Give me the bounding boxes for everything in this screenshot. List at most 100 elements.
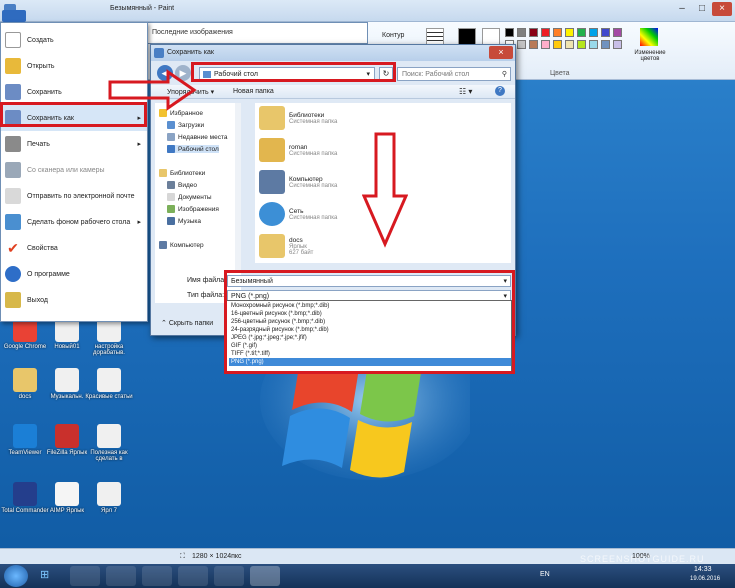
palette-swatch[interactable] — [529, 28, 538, 37]
palette-swatch[interactable] — [517, 40, 526, 49]
aimp-icon — [55, 482, 79, 506]
folder-icon — [13, 368, 37, 392]
nav-music[interactable]: Музыка — [167, 217, 201, 225]
document-icon — [97, 424, 121, 448]
clock-time[interactable]: 14:33 — [694, 566, 712, 573]
help-icon[interactable]: ? — [495, 86, 505, 96]
taskbar-skype-icon[interactable] — [178, 566, 208, 586]
desktop-icon[interactable]: Полезная как сделать в — [84, 424, 134, 462]
checkmark-icon: ✔ — [7, 240, 19, 256]
palette-swatch[interactable] — [553, 40, 562, 49]
dialog-toolbar: Упорядочить ▾ Новая папка ☷ ▾ ? — [151, 85, 515, 99]
language-indicator[interactable]: EN — [540, 571, 550, 578]
filezilla-icon — [55, 424, 79, 448]
highlight-filetype-list — [224, 270, 515, 374]
new-document-icon — [5, 32, 21, 48]
file-item[interactable]: roman Системная папка — [259, 135, 459, 165]
new-folder-button[interactable]: Новая папка — [233, 88, 274, 95]
windows-flag-icon: ⊞ — [40, 569, 50, 581]
menu-item-new[interactable]: Создать — [1, 27, 147, 53]
dialog-close-button[interactable]: × — [489, 46, 513, 59]
palette-swatch[interactable] — [565, 40, 574, 49]
exit-icon — [5, 292, 21, 308]
paint-status-bar: ⛶ 1280 × 1024пкс 100% SCREENSHOTGUIDE.RU — [0, 548, 735, 564]
scanner-icon — [5, 162, 21, 178]
dialog-title: Сохранить как — [167, 49, 214, 56]
taskbar-folder-icon[interactable] — [106, 566, 136, 586]
menu-item-email[interactable]: Отправить по электронной почте — [1, 183, 147, 209]
nav-downloads[interactable]: Загрузки — [167, 121, 204, 129]
palette-swatch[interactable] — [529, 40, 538, 49]
palette-swatch[interactable] — [517, 28, 526, 37]
file-item[interactable]: Компьютер Системная папка — [259, 167, 459, 197]
palette-swatch[interactable] — [613, 28, 622, 37]
file-item[interactable]: Библиотеки Системная папка — [259, 103, 459, 133]
maximize-button[interactable]: □ — [692, 2, 712, 16]
menu-item-scanner[interactable]: Со сканера или камеры — [1, 157, 147, 183]
menu-item-set-wallpaper[interactable]: Сделать фоном рабочего стола ▸ — [1, 209, 147, 235]
recent-images-header: Последние изображения — [152, 29, 233, 36]
minimize-button[interactable]: – — [672, 2, 692, 16]
nav-libraries[interactable]: Библиотеки — [159, 169, 205, 177]
desktop-icon[interactable]: настройка дорабатыв. — [84, 318, 134, 356]
nav-documents[interactable]: Документы — [167, 193, 212, 201]
email-icon — [5, 188, 21, 204]
taskbar-word-icon[interactable] — [214, 566, 244, 586]
edit-colors-icon[interactable] — [640, 28, 658, 46]
palette-swatch[interactable] — [541, 28, 550, 37]
document-icon — [55, 368, 79, 392]
clock-date[interactable]: 19.06.2016 — [690, 576, 720, 582]
palette-swatch[interactable] — [577, 40, 586, 49]
desktop-icon[interactable]: Ярл 7 — [84, 482, 134, 514]
palette-swatch[interactable] — [601, 40, 610, 49]
nav-video[interactable]: Видео — [167, 181, 197, 189]
taskbar-explorer-icon[interactable] — [70, 566, 100, 586]
info-icon — [5, 266, 21, 282]
palette-swatch[interactable] — [613, 40, 622, 49]
red-arrow-right — [108, 69, 197, 111]
menu-item-properties[interactable]: ✔ Свойства — [1, 235, 147, 261]
taskbar: ⊞ EN 14:33 19.06.2016 — [0, 564, 735, 588]
palette-swatch[interactable] — [553, 28, 562, 37]
start-button[interactable] — [4, 565, 28, 587]
file-item[interactable]: docs Ярлык 627 байт — [259, 231, 459, 261]
edit-colors-button[interactable]: Изменение цветов — [630, 50, 670, 62]
menu-item-about[interactable]: О программе — [1, 261, 147, 287]
desktop-icon — [167, 145, 175, 153]
user-folder-icon — [259, 138, 285, 162]
taskbar-chrome-icon[interactable] — [142, 566, 172, 586]
canvas-size-text: 1280 × 1024пкс — [192, 553, 242, 560]
palette-swatch[interactable] — [565, 28, 574, 37]
view-options-icon[interactable]: ☷ ▾ — [459, 87, 472, 96]
search-icon: ⚲ — [501, 71, 507, 78]
palette-swatch[interactable] — [541, 40, 550, 49]
file-item[interactable]: Сеть Системная папка — [259, 199, 459, 229]
nav-pictures[interactable]: Изображения — [167, 205, 219, 213]
file-menu-button[interactable] — [2, 10, 26, 22]
menu-item-print[interactable]: Печать ▸ — [1, 131, 147, 157]
desktop-icon[interactable]: Красивые статьи — [84, 368, 134, 400]
filename-label: Имя файла: — [187, 277, 227, 284]
nav-scrollbar[interactable] — [235, 103, 241, 273]
nav-desktop[interactable]: Рабочий стол — [167, 145, 219, 153]
recent-images-panel: Последние изображения — [148, 22, 368, 44]
document-icon — [97, 482, 121, 506]
contour-dropdown[interactable]: Контур — [382, 32, 404, 39]
palette-swatch[interactable] — [589, 40, 598, 49]
palette-swatch[interactable] — [505, 28, 514, 37]
taskbar-paint-icon[interactable] — [250, 566, 280, 586]
menu-item-exit[interactable]: Выход — [1, 287, 147, 313]
palette-swatch[interactable] — [577, 28, 586, 37]
nav-computer[interactable]: Компьютер — [159, 241, 204, 249]
search-input[interactable]: Поиск: Рабочий стол ⚲ — [397, 67, 511, 81]
total-commander-icon — [13, 482, 37, 506]
paint-title-bar: Безымянный - Paint – □ × — [0, 0, 735, 22]
highlight-address-bar — [191, 62, 396, 82]
nav-recent-places[interactable]: Недавние места — [167, 133, 228, 141]
hide-folders-button[interactable]: ⌃ Скрыть папки — [161, 319, 213, 327]
close-button[interactable]: × — [712, 2, 732, 16]
recent-places-icon — [167, 133, 175, 141]
file-menu: Создать Открыть Сохранить Сохранить как ▸… — [0, 22, 148, 322]
palette-swatch[interactable] — [601, 28, 610, 37]
palette-swatch[interactable] — [589, 28, 598, 37]
